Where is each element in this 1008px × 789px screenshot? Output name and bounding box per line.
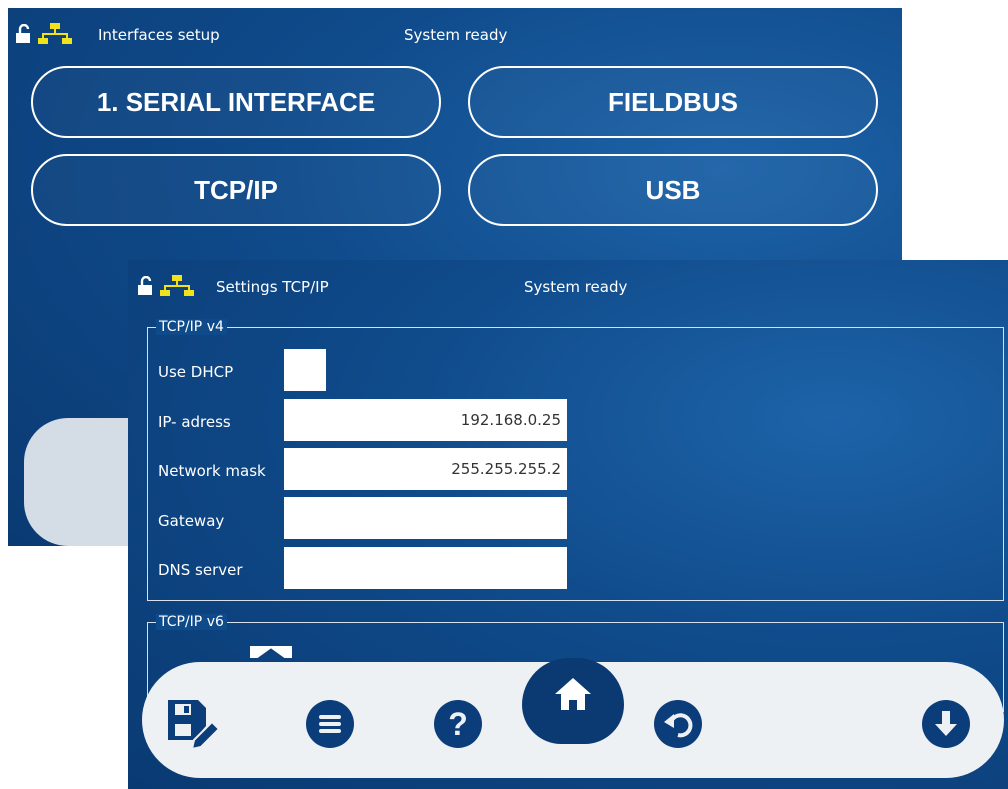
network-icon bbox=[38, 23, 72, 44]
use-dhcp-checkbox[interactable] bbox=[284, 349, 326, 391]
ip-address-field[interactable]: 192.168.0.25 bbox=[284, 399, 567, 441]
window-title: Interfaces setup bbox=[98, 26, 220, 44]
titlebar: Interfaces setup System ready bbox=[8, 8, 902, 60]
status-text: System ready bbox=[524, 278, 628, 296]
ip-address-label: IP- adress bbox=[158, 413, 231, 431]
gateway-field[interactable] bbox=[284, 497, 567, 539]
help-icon[interactable]: ? bbox=[434, 700, 482, 748]
unlock-icon[interactable] bbox=[136, 276, 156, 296]
unlock-icon[interactable] bbox=[14, 24, 34, 44]
fieldbus-button[interactable]: FIELDBUS bbox=[468, 66, 878, 138]
window-title: Settings TCP/IP bbox=[216, 278, 329, 296]
titlebar: Settings TCP/IP System ready bbox=[128, 260, 1008, 312]
tcpip-button[interactable]: TCP/IP bbox=[31, 154, 441, 226]
usb-button[interactable]: USB bbox=[468, 154, 878, 226]
network-icon bbox=[160, 275, 194, 296]
ipv4-group-label: TCP/IP v4 bbox=[156, 319, 227, 335]
download-icon[interactable] bbox=[922, 700, 970, 748]
network-mask-field[interactable]: 255.255.255.2 bbox=[284, 448, 567, 490]
dns-server-label: DNS server bbox=[158, 561, 243, 579]
settings-tcpip-window: Settings TCP/IP System ready TCP/IP v4 U… bbox=[128, 260, 1008, 789]
ipv6-group-label: TCP/IP v6 bbox=[156, 614, 227, 630]
use-dhcp-label: Use DHCP bbox=[158, 363, 234, 381]
svg-text:?: ? bbox=[448, 706, 468, 742]
save-edit-icon[interactable] bbox=[164, 696, 220, 750]
dns-server-field[interactable] bbox=[284, 547, 567, 589]
home-icon[interactable] bbox=[553, 674, 593, 714]
network-mask-label: Network mask bbox=[158, 462, 266, 480]
gateway-label: Gateway bbox=[158, 512, 225, 530]
serial-interface-button[interactable]: 1. SERIAL INTERFACE bbox=[31, 66, 441, 138]
menu-icon[interactable] bbox=[306, 700, 354, 748]
undo-icon[interactable] bbox=[654, 700, 702, 748]
ipv4-group: TCP/IP v4 bbox=[147, 319, 1004, 601]
status-text: System ready bbox=[404, 26, 508, 44]
